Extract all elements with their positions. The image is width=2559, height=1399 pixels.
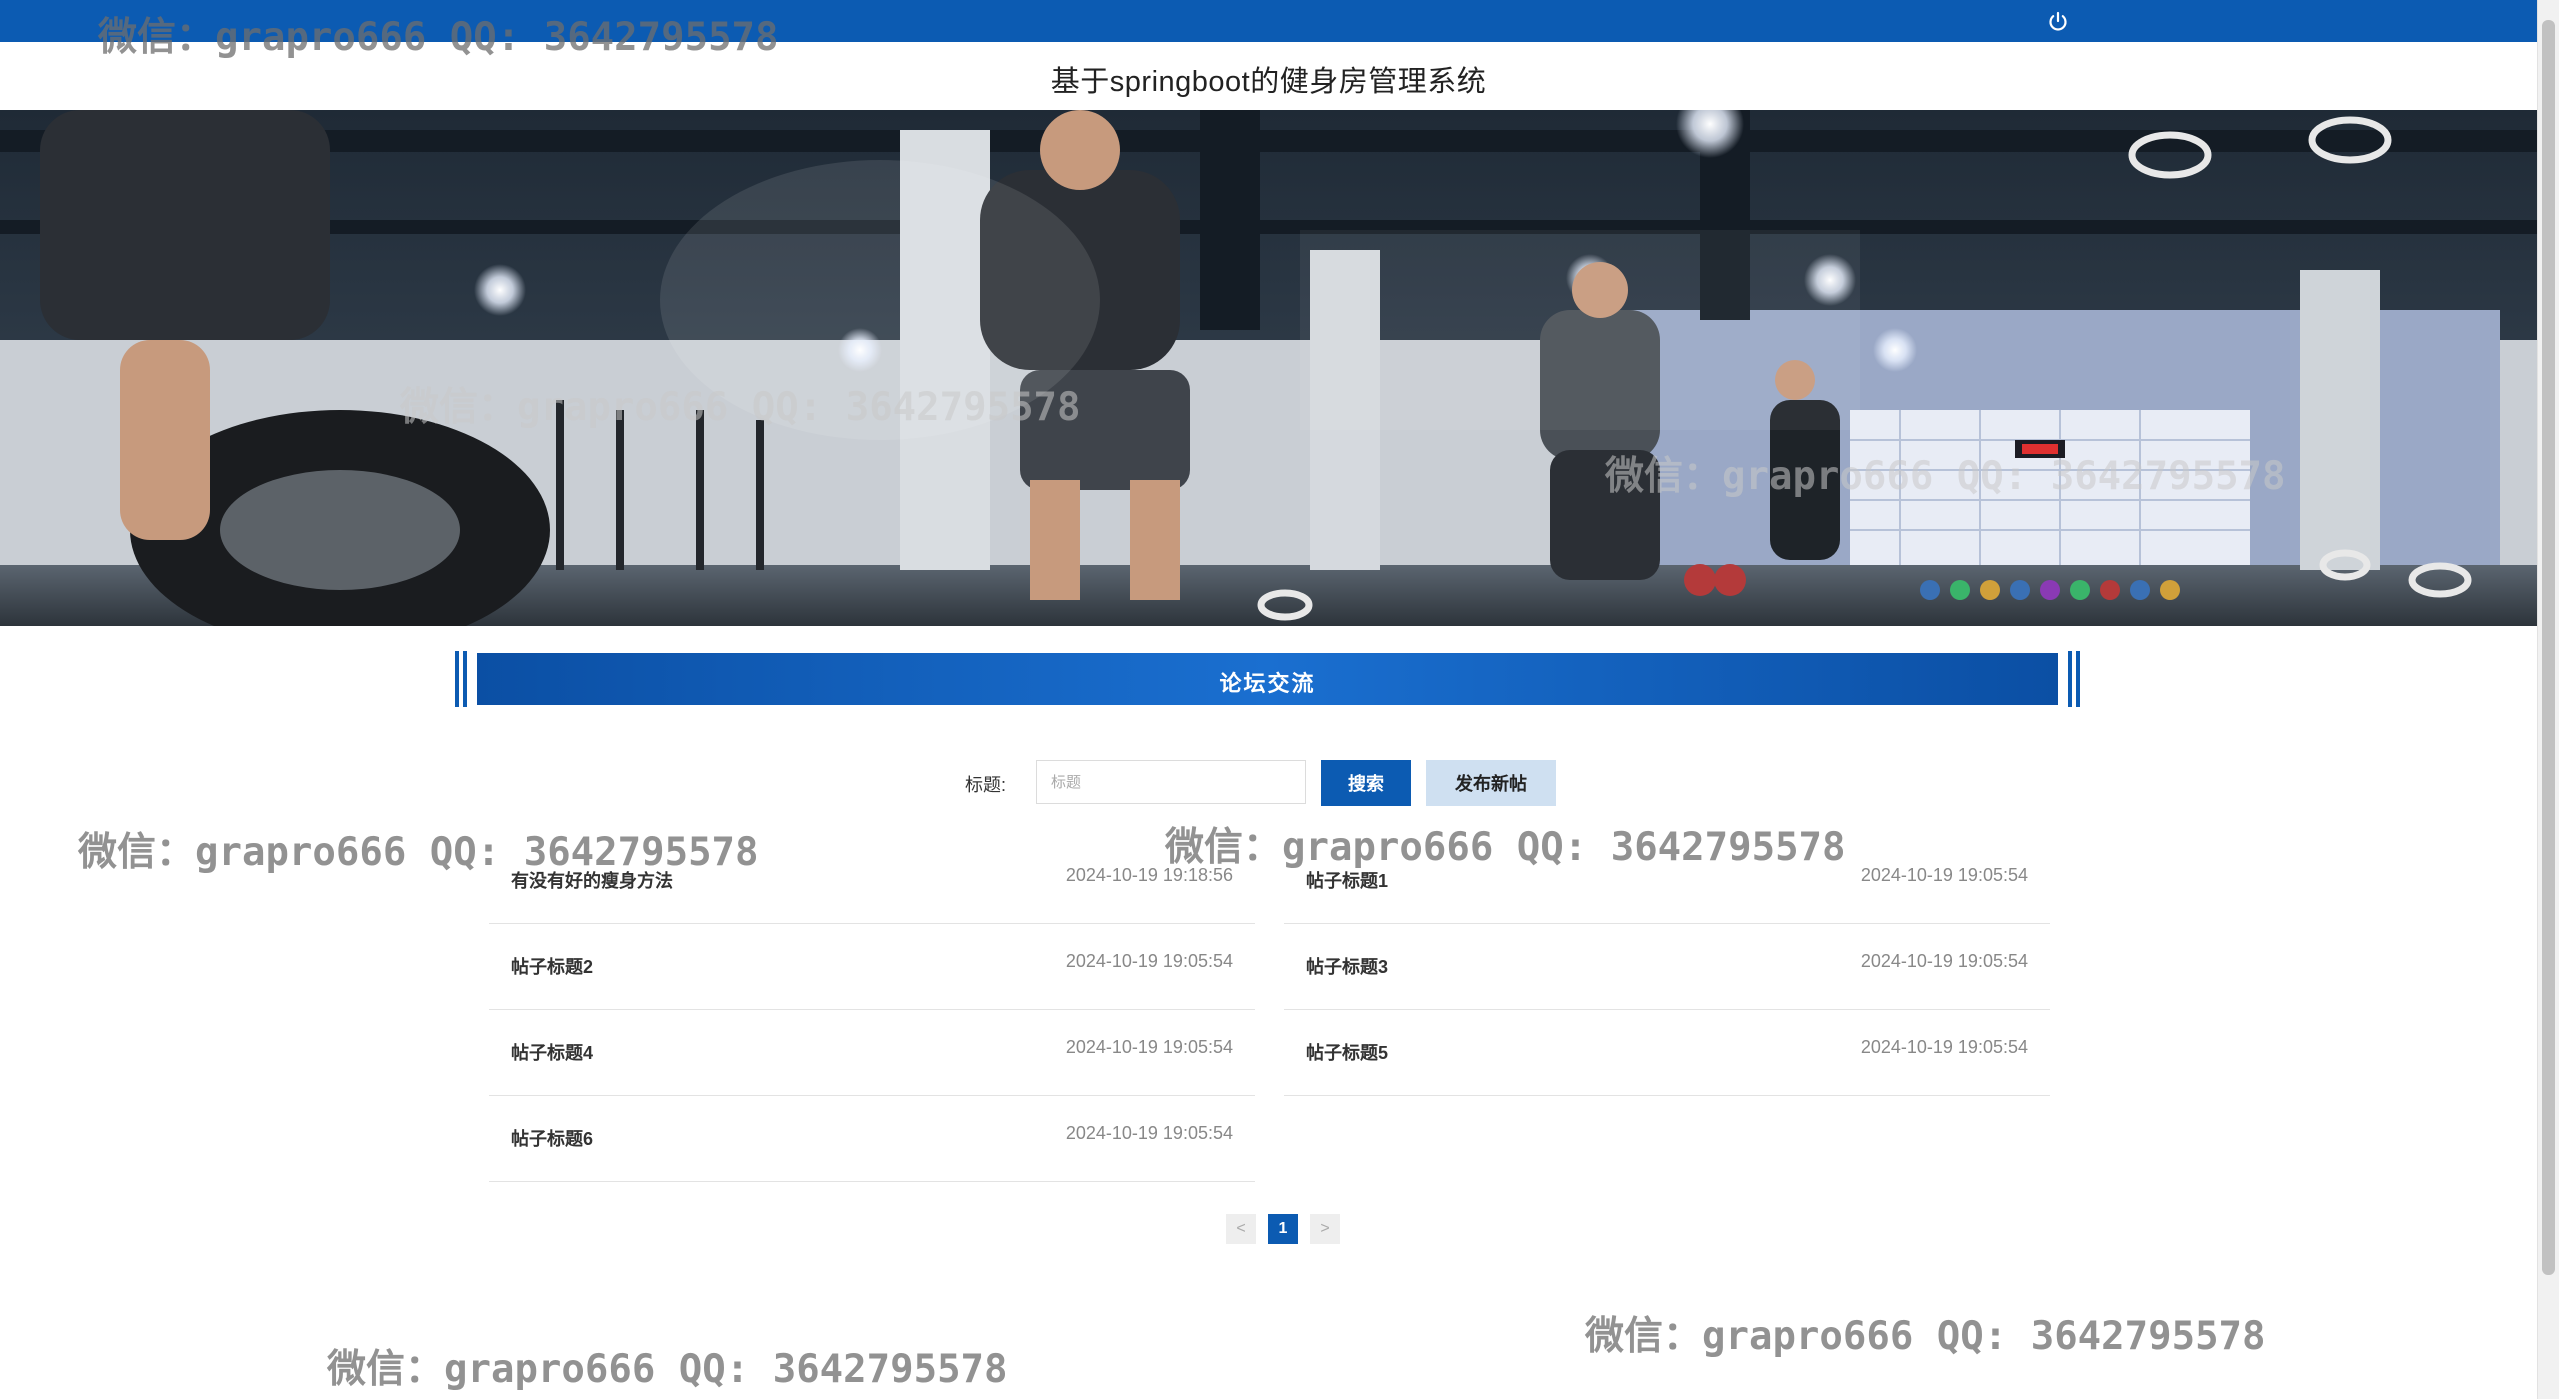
post-title[interactable]: 帖子标题6 — [511, 1125, 593, 1151]
watermark-text: 微信：grapro666 QQ: 3642795578 — [327, 1347, 1008, 1392]
watermark-text: 微信：grapro666 QQ: 3642795578 — [400, 385, 1081, 430]
vertical-scrollbar[interactable] — [2537, 0, 2559, 1399]
post-item[interactable]: 帖子标题3 2024-10-19 19:05:54 — [1284, 923, 2050, 1010]
post-item[interactable]: 帖子标题5 2024-10-19 19:05:54 — [1284, 1009, 2050, 1096]
post-time: 2024-10-19 19:05:54 — [1860, 1037, 2028, 1057]
post-time: 2024-10-19 19:05:54 — [1065, 951, 1233, 971]
post-title[interactable]: 帖子标题5 — [1306, 1039, 1388, 1065]
post-time: 2024-10-19 19:05:54 — [1860, 951, 2028, 971]
post-time: 2024-10-19 19:05:54 — [1860, 865, 2028, 885]
section-header: 论坛交流 — [455, 651, 2080, 707]
post-time: 2024-10-19 19:05:54 — [1065, 1123, 1233, 1143]
site-title: 基于springboot的健身房管理系统 — [1050, 66, 1487, 98]
section-header-bar: 论坛交流 — [477, 653, 2058, 705]
watermark-text: 微信：grapro666 QQ: 3642795578 — [1585, 1314, 2266, 1359]
title-search-label: 标题: — [965, 775, 1007, 795]
watermark-text: 微信：grapro666 QQ: 3642795578 — [98, 15, 779, 60]
section-header-left-bars — [455, 651, 471, 707]
post-item[interactable]: 帖子标题2 2024-10-19 19:05:54 — [489, 923, 1255, 1010]
section-header-right-bars — [2064, 651, 2080, 707]
watermark-text: 微信：grapro666 QQ: 3642795578 — [1165, 825, 1846, 870]
power-icon[interactable] — [2046, 10, 2070, 34]
watermark-text: 微信：grapro666 QQ: 3642795578 — [78, 830, 759, 875]
gym-banner-image — [0, 110, 2537, 626]
search-button[interactable]: 搜索 — [1321, 760, 1411, 806]
watermark-text: 微信：grapro666 QQ: 3642795578 — [1605, 454, 2286, 499]
post-time: 2024-10-19 19:05:54 — [1065, 1037, 1233, 1057]
post-title[interactable]: 帖子标题3 — [1306, 953, 1388, 979]
post-title[interactable]: 帖子标题4 — [511, 1039, 593, 1065]
pagination-next-button[interactable]: > — [1310, 1214, 1340, 1244]
post-item[interactable]: 帖子标题6 2024-10-19 19:05:54 — [489, 1095, 1255, 1182]
section-title: 论坛交流 — [1219, 671, 1316, 696]
post-title[interactable]: 帖子标题2 — [511, 953, 593, 979]
title-search-input[interactable] — [1036, 760, 1306, 804]
scrollbar-thumb[interactable] — [2542, 20, 2555, 1275]
new-post-button[interactable]: 发布新帖 — [1426, 760, 1556, 806]
pagination-page-button[interactable]: 1 — [1268, 1214, 1298, 1244]
pagination-prev-button[interactable]: < — [1226, 1214, 1256, 1244]
post-item[interactable]: 帖子标题4 2024-10-19 19:05:54 — [489, 1009, 1255, 1096]
